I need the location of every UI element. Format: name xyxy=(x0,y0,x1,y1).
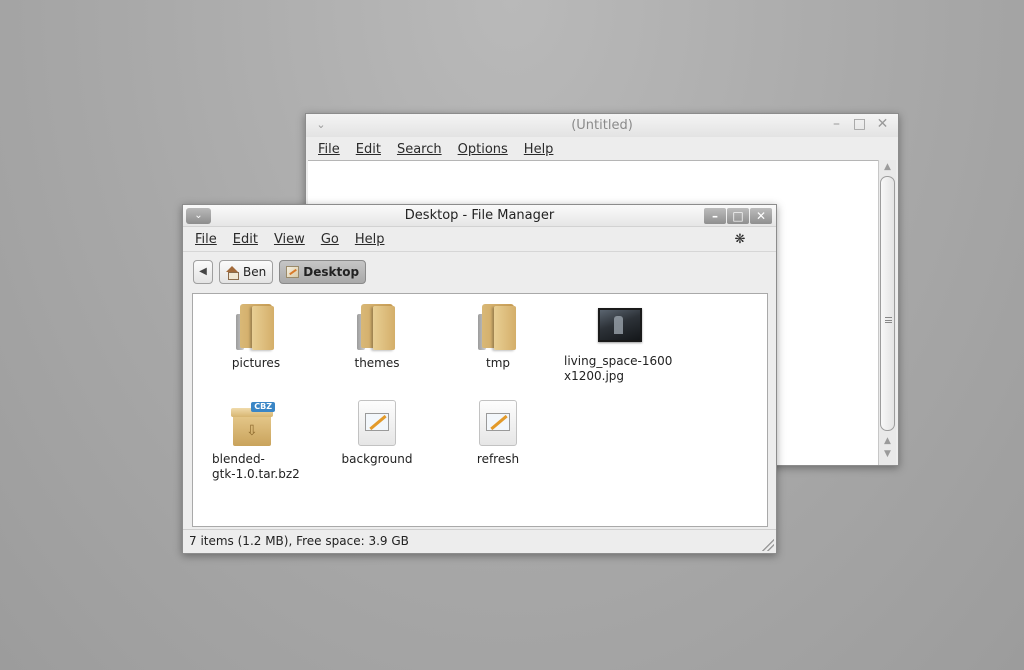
home-icon xyxy=(226,265,239,280)
scroll-up-icon[interactable]: ▲ xyxy=(882,163,893,172)
file-item-refresh[interactable]: refresh xyxy=(438,400,558,467)
folder-icon xyxy=(236,304,276,350)
resize-grip-icon[interactable] xyxy=(762,539,774,551)
script-file-icon xyxy=(479,400,517,446)
archive-badge: CBZ xyxy=(251,402,275,412)
editor-menubar: File Edit Search Options Help xyxy=(306,137,898,161)
file-item-label: pictures xyxy=(231,356,281,370)
editor-titlebar[interactable]: ⌄ (Untitled) – □ ✕ xyxy=(306,114,898,137)
maximize-icon[interactable]: □ xyxy=(852,117,867,132)
file-item-label: background xyxy=(341,452,413,466)
menu-edit[interactable]: Edit xyxy=(356,142,381,157)
fm-titlebar[interactable]: ⌄ Desktop - File Manager – □ ✕ xyxy=(183,205,776,227)
file-item-label-line2: gtk-1.0.tar.bz2 xyxy=(212,467,300,481)
path-back-button[interactable]: ◀ xyxy=(193,259,213,284)
menu-go[interactable]: Go xyxy=(321,232,339,247)
scrollbar-thumb[interactable] xyxy=(880,176,895,431)
close-icon[interactable]: ✕ xyxy=(750,208,772,224)
archive-icon: CBZ ⇩ xyxy=(231,402,275,446)
menu-file-label: File xyxy=(195,231,217,247)
path-desktop-button[interactable]: Desktop xyxy=(279,259,367,284)
script-file-icon xyxy=(358,400,396,446)
editor-window-title: (Untitled) xyxy=(571,118,633,133)
fm-menubar: File Edit View Go Help ❋ xyxy=(183,227,776,251)
scroll-down-icon[interactable]: ▼ xyxy=(882,450,893,459)
file-item-background[interactable]: background xyxy=(317,400,437,467)
minimize-icon[interactable]: – xyxy=(829,117,844,132)
spinner-icon: ❋ xyxy=(734,232,746,247)
maximize-icon[interactable]: □ xyxy=(727,208,749,224)
menu-file[interactable]: File xyxy=(195,232,217,247)
file-item-label-line1: living_space-1600 xyxy=(564,354,673,368)
menu-help-label: Help xyxy=(354,231,385,247)
folder-icon xyxy=(478,304,518,350)
menu-view-label: View xyxy=(273,231,305,247)
path-desktop-label: Desktop xyxy=(303,264,360,279)
menu-options-label: Options xyxy=(457,141,508,157)
file-item-living-space-jpg[interactable]: living_space-1600 x1200.jpg xyxy=(557,308,682,384)
menu-file-label: File xyxy=(318,141,340,157)
file-item-label-line2: x1200.jpg xyxy=(564,369,625,383)
grip-icon xyxy=(885,317,892,323)
path-home-button[interactable]: Ben xyxy=(219,259,274,284)
status-text: 7 items (1.2 MB), Free space: 3.9 GB xyxy=(189,534,409,548)
file-item-label: blended- gtk-1.0.tar.bz2 xyxy=(193,452,313,482)
menu-help-label: Help xyxy=(523,141,554,157)
menu-edit-label: Edit xyxy=(232,231,258,247)
file-item-label: tmp xyxy=(485,356,510,370)
close-icon[interactable]: ✕ xyxy=(875,117,890,132)
menu-file[interactable]: File xyxy=(318,142,340,157)
status-bar: 7 items (1.2 MB), Free space: 3.9 GB xyxy=(183,529,776,553)
menu-search-label: Search xyxy=(396,141,442,157)
menu-edit[interactable]: Edit xyxy=(233,232,258,247)
fm-window-title: Desktop - File Manager xyxy=(404,208,555,223)
file-item-label: refresh xyxy=(476,452,520,466)
minimize-icon[interactable]: – xyxy=(704,208,726,224)
path-bar: ◀ Ben Desktop xyxy=(183,251,776,291)
image-thumbnail-icon xyxy=(597,308,642,342)
scroll-up-icon[interactable]: ▲ xyxy=(882,437,893,446)
file-item-themes[interactable]: themes xyxy=(317,304,437,371)
menu-options[interactable]: Options xyxy=(458,142,508,157)
file-icon-view[interactable]: pictures themes tmp living_space-1600 x1… xyxy=(192,293,768,527)
file-item-tmp[interactable]: tmp xyxy=(438,304,558,371)
editor-scrollbar[interactable]: ▲ ▲ ▼ xyxy=(878,160,896,465)
menu-edit-label: Edit xyxy=(355,141,381,157)
menu-search[interactable]: Search xyxy=(397,142,442,157)
file-item-label: themes xyxy=(354,356,400,370)
menu-help[interactable]: Help xyxy=(355,232,385,247)
file-item-pictures[interactable]: pictures xyxy=(196,304,316,371)
folder-icon xyxy=(357,304,397,350)
menu-help[interactable]: Help xyxy=(524,142,554,157)
file-item-label: living_space-1600 x1200.jpg xyxy=(557,354,682,384)
path-home-label: Ben xyxy=(243,264,267,279)
file-item-blended-gtk-archive[interactable]: CBZ ⇩ blended- gtk-1.0.tar.bz2 xyxy=(193,402,313,482)
menu-go-label: Go xyxy=(320,231,339,247)
file-item-label-line1: blended- xyxy=(212,452,265,466)
file-manager-window[interactable]: ⌄ Desktop - File Manager – □ ✕ File Edit… xyxy=(182,204,777,554)
desktop-icon xyxy=(286,265,300,278)
menu-view[interactable]: View xyxy=(274,232,305,247)
